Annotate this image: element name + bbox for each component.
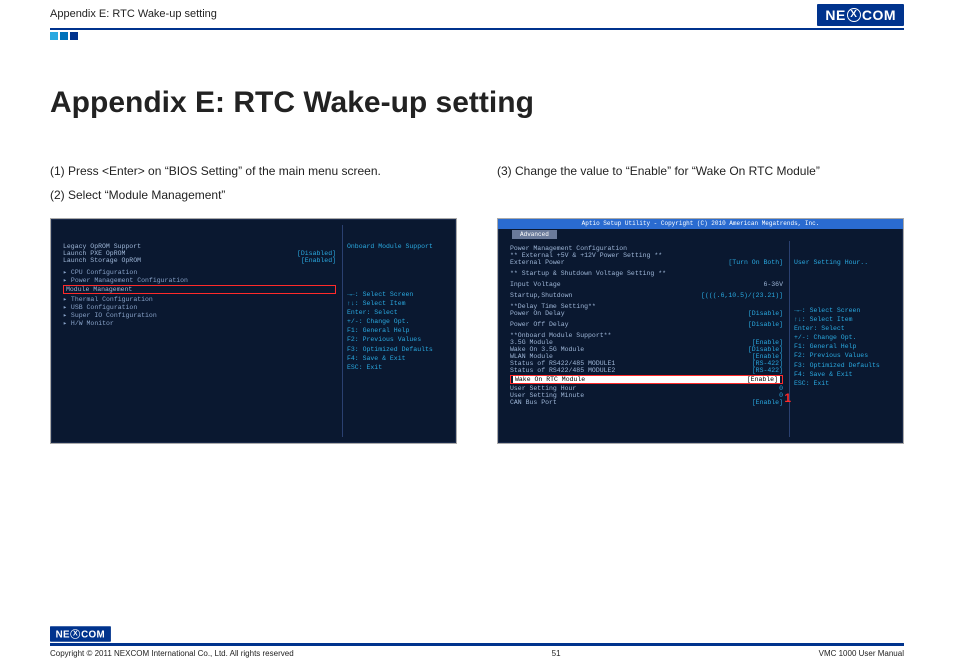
- step-2: (2) Select “Module Management”: [50, 186, 457, 204]
- footer-manual-name: VMC 1000 User Manual: [819, 649, 904, 658]
- page-footer: NE X COM Copyright © 2011 NEXCOM Interna…: [50, 623, 904, 658]
- brand-logo: NE X COM: [817, 4, 904, 26]
- bios-menu-item: H/W Monitor: [63, 319, 336, 327]
- page-title: Appendix E: RTC Wake-up setting: [50, 86, 904, 120]
- bios-row: Power Off Delay[Disable]: [510, 321, 783, 328]
- bios-row: **Delay Time Setting**: [510, 303, 783, 310]
- logo-pre: NE: [825, 7, 845, 23]
- bios-screenshot-left: Legacy OpROM Support Launch PXE OpROM[Di…: [50, 218, 457, 444]
- header-breadcrumb: Appendix E: RTC Wake-up setting: [50, 4, 904, 20]
- bios-row: Power On Delay[Disable]: [510, 310, 783, 317]
- header-accent-icon: [50, 32, 78, 40]
- bios-screenshot-right: Aptio Setup Utility - Copyright (C) 2010…: [497, 218, 904, 444]
- bios-row: Wake On 3.5G Module[Disable]: [510, 346, 783, 353]
- logo-x-icon: X: [847, 8, 861, 22]
- bios-row: **Onboard Module Support**: [510, 332, 783, 339]
- title-block: Appendix E: RTC Wake-up setting: [0, 44, 954, 130]
- right-column: (3) Change the value to “Enable” for “Wa…: [497, 162, 904, 444]
- bios-menu-item: Super IO Configuration: [63, 311, 336, 319]
- bios-help-panel: User Setting Hour.. →←: Select Screen ↑↓…: [789, 241, 897, 437]
- bios-menu-item: USB Configuration: [63, 303, 336, 311]
- annotation-1: 1: [784, 391, 791, 405]
- bios-row: CAN Bus Port[Enable]: [510, 399, 783, 406]
- left-column: (1) Press <Enter> on “BIOS Setting” of t…: [50, 162, 457, 444]
- bios-menu-item: CPU Configuration: [63, 268, 336, 276]
- bios-menu-item: Power Management Configuration: [63, 276, 336, 284]
- logo-post: COM: [81, 628, 105, 639]
- logo-x-icon: X: [71, 629, 81, 639]
- step-1: (1) Press <Enter> on “BIOS Setting” of t…: [50, 162, 457, 180]
- logo-post: COM: [862, 7, 896, 23]
- square-icon: [60, 32, 68, 40]
- footer-logo-row: NE X COM: [50, 623, 904, 641]
- bios-row: WLAN Module[Enable]: [510, 353, 783, 360]
- bios-help-keys: →←: Select Screen ↑↓: Select Item Enter:…: [347, 290, 446, 372]
- content: (1) Press <Enter> on “BIOS Setting” of t…: [0, 130, 954, 444]
- bios-row: ** External +5V & +12V Power Setting **: [510, 252, 783, 259]
- bios-row: Input Voltage6-36V: [510, 281, 783, 288]
- bios-selected-item: Module Management: [63, 285, 336, 294]
- bios-row: User Setting Hour0: [510, 385, 783, 392]
- square-icon: [70, 32, 78, 40]
- bios-row: Launch PXE OpROM[Disabled]: [63, 250, 336, 257]
- bios-section-header: Legacy OpROM Support: [63, 243, 336, 250]
- page-header: Appendix E: RTC Wake-up setting NE X COM: [0, 0, 954, 44]
- bios-help-panel: Onboard Module Support →←: Select Screen…: [342, 225, 450, 437]
- bios-row: Power Management Configuration: [510, 245, 783, 252]
- bios-row: Status of RS422/485 MODULE2[RS-422]: [510, 367, 783, 374]
- step-3: (3) Change the value to “Enable” for “Wa…: [497, 162, 904, 180]
- bios-row: Startup,Shutdown[(((.6,10.5)/(23.21)]: [510, 292, 783, 299]
- square-icon: [50, 32, 58, 40]
- logo-pre: NE: [56, 628, 70, 639]
- bios-help-title: Onboard Module Support: [347, 243, 446, 250]
- bios-row: Launch Storage OpROM[Enabled]: [63, 257, 336, 264]
- bios-tab-label: Advanced: [512, 230, 557, 239]
- bios-selected-item: Wake On RTC Module[Enable]: [510, 375, 783, 384]
- footer-copyright: Copyright © 2011 NEXCOM International Co…: [50, 649, 294, 658]
- nexcom-logo: NE X COM: [817, 4, 904, 26]
- bios-menu-item: Thermal Configuration: [63, 295, 336, 303]
- bios-title-bar: Aptio Setup Utility - Copyright (C) 2010…: [498, 219, 903, 229]
- bios-help-title: User Setting Hour..: [794, 259, 893, 266]
- bios-row: Status of RS422/485 MODULE1[RS-422]: [510, 360, 783, 367]
- footer-page-number: 51: [552, 649, 561, 658]
- nexcom-logo-footer: NE X COM: [50, 626, 111, 641]
- bios-row: 3.5G Module[Enable]: [510, 339, 783, 346]
- header-divider: [50, 28, 904, 30]
- bios-row: External Power[Turn On Both]: [510, 259, 783, 266]
- bios-row: User Setting Minute0: [510, 392, 783, 399]
- bios-row: ** Startup & Shutdown Voltage Setting **: [510, 270, 783, 277]
- bios-help-keys: →←: Select Screen ↑↓: Select Item Enter:…: [794, 306, 893, 388]
